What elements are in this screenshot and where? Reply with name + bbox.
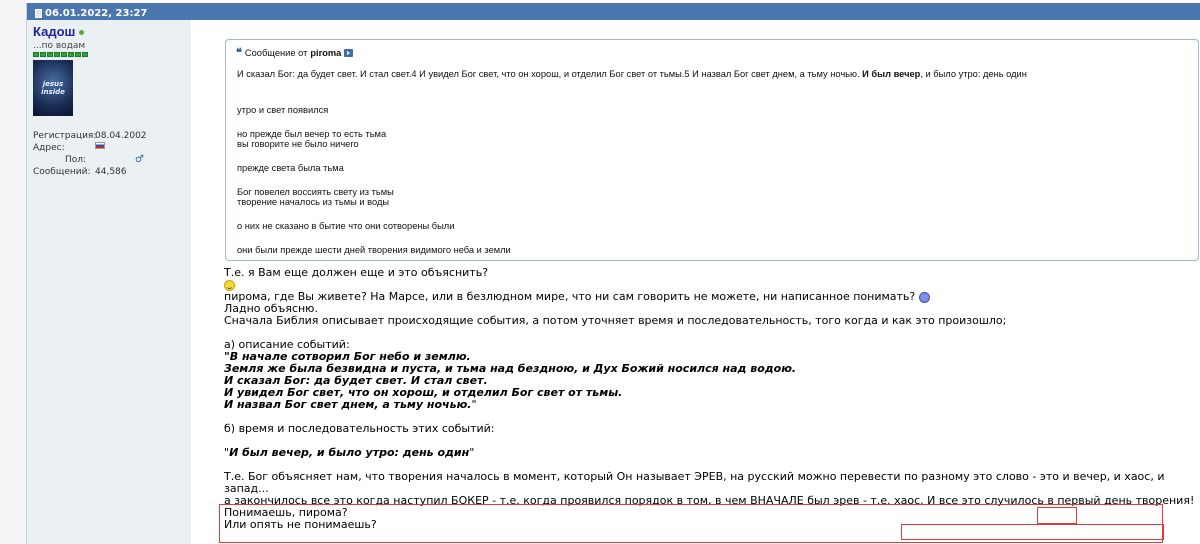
confused-smiley-icon bbox=[918, 291, 930, 303]
highlight-box-sentence bbox=[901, 524, 1164, 540]
message-line: Т.е. я Вам еще должен еще и это объяснит… bbox=[224, 266, 489, 279]
quote-icon: ❝ bbox=[236, 47, 242, 59]
quote-line: вы говорите не было ничего bbox=[237, 139, 359, 149]
quote-line: И сказал Бог: да будет свет. И стал свет… bbox=[237, 69, 1027, 79]
reg-label: Регистрация: bbox=[33, 131, 97, 141]
user-sidebar: Кадош ...по водам jesus inside Регистрац… bbox=[27, 20, 191, 544]
flag-icon bbox=[95, 142, 105, 149]
quote-line: творение началось из тьмы и воды bbox=[237, 197, 390, 207]
quote-author: piroma bbox=[310, 47, 342, 58]
posts-label: Сообщений: bbox=[33, 167, 91, 177]
message-line: пирома, где Вы живете? На Марсе, или в б… bbox=[224, 291, 1199, 303]
posts-value: 44,586 bbox=[95, 167, 127, 177]
message-line: Т.е. Бог объясняет нам, что творения нач… bbox=[224, 470, 1165, 495]
highlight-word-vecher: вечер bbox=[1073, 470, 1107, 483]
highlight-box-word bbox=[1037, 507, 1077, 524]
smile-icon bbox=[224, 279, 235, 291]
quote-line: Бог повелел воссиять свету из тьмы bbox=[237, 187, 394, 197]
quote-line: утро и свет появился bbox=[237, 105, 329, 115]
quote-block: ❝ Сообщение от piroma И сказал Бог: да б… bbox=[225, 39, 1199, 261]
quote-line: прежде света была тьма bbox=[237, 163, 344, 173]
post-icon bbox=[35, 8, 42, 18]
quote-line: они были прежде шести дней творения види… bbox=[237, 245, 511, 255]
post-timestamp: 06.01.2022, 23:27 bbox=[45, 7, 148, 19]
forum-post: 06.01.2022, 23:27 Кадош ...по водам jesu… bbox=[26, 3, 1200, 544]
message-line: "И был вечер, и было утро: день один" bbox=[224, 446, 475, 459]
message-line: б) время и последовательность этих событ… bbox=[224, 422, 495, 435]
male-gender-icon: ♂ bbox=[135, 154, 144, 165]
quote-prefix: Сообщение от bbox=[244, 47, 308, 58]
message-line: Сначала Библия описывает происходящие со… bbox=[224, 314, 1007, 327]
page-gutter bbox=[0, 0, 26, 544]
message-body: Т.е. я Вам еще должен еще и это объяснит… bbox=[224, 267, 1199, 531]
post-header: 06.01.2022, 23:27 bbox=[27, 3, 1200, 20]
post-content: ❝ Сообщение от piroma И сказал Бог: да б… bbox=[199, 20, 1200, 544]
reg-value: 08.04.2002 bbox=[95, 131, 147, 141]
goto-post-icon[interactable] bbox=[344, 48, 354, 57]
message-line: И назвал Бог свет днем, а тьму ночью." bbox=[224, 398, 477, 411]
online-status-icon bbox=[79, 30, 85, 35]
address-label: Адрес: bbox=[33, 143, 65, 153]
avatar-text: jesus inside bbox=[41, 80, 65, 96]
reputation-bar bbox=[33, 52, 187, 57]
quote-line: но прежде был вечер то есть тьма bbox=[237, 129, 387, 139]
quote-line: о них не сказано в бытие что они сотворе… bbox=[237, 221, 455, 231]
avatar[interactable]: jesus inside bbox=[33, 60, 73, 116]
quote-header: ❝ Сообщение от piroma bbox=[236, 46, 1190, 59]
user-details: Регистрация: 08.04.2002 Адрес: Пол: ♂ Со… bbox=[33, 130, 187, 178]
username-link[interactable]: Кадош bbox=[33, 24, 75, 39]
user-title: ...по водам bbox=[33, 41, 86, 51]
gender-label: Пол: bbox=[65, 155, 87, 165]
